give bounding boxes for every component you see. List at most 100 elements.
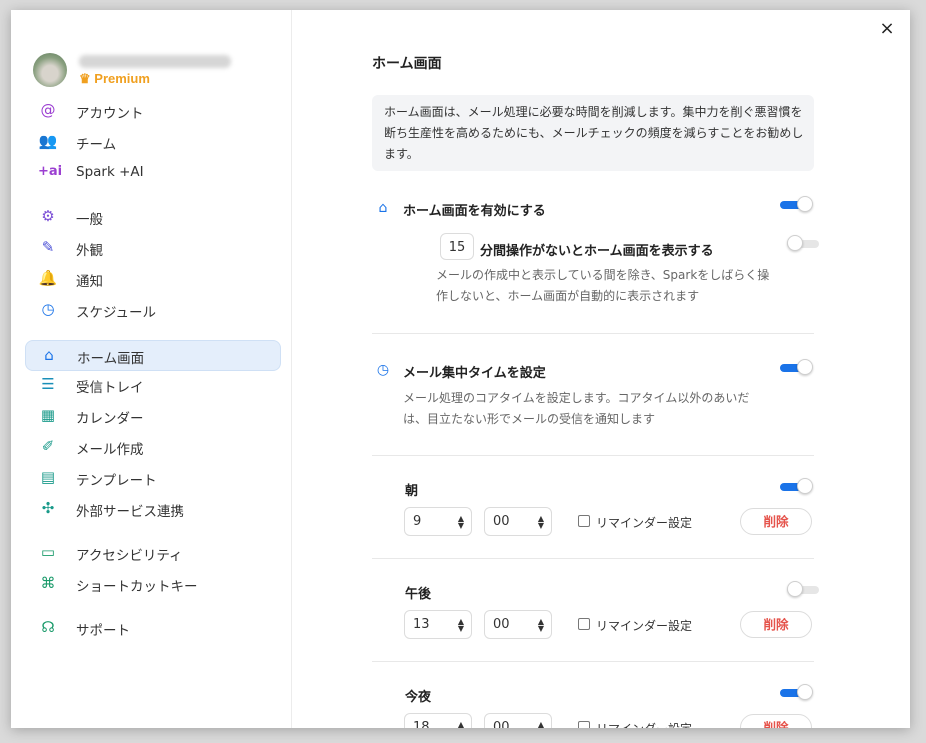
minute-value: 00 — [493, 514, 510, 529]
sidebar-item-label: テンプレート — [76, 473, 157, 489]
sidebar-item[interactable]: ☊ サポート — [25, 613, 279, 642]
divider — [372, 558, 814, 559]
sidebar-item[interactable]: ▦ カレンダー — [25, 401, 279, 430]
reminder-label: リマインダー設定 — [596, 516, 693, 530]
headset-icon: ☊ — [41, 618, 55, 636]
page-title: ホーム画面 — [372, 56, 442, 72]
gear-icon: ⚙ — [41, 207, 55, 225]
divider — [372, 661, 814, 662]
hour-value: 18 — [413, 720, 430, 728]
monitor-icon: ▭ — [40, 543, 56, 561]
idle-description: メールの作成中と表示している間を除き、Sparkをしばらく操作しないと、ホーム画… — [436, 268, 770, 303]
minute-value: 00 — [493, 720, 510, 728]
sidebar-item[interactable]: ▭ アクセシビリティ — [25, 538, 279, 567]
delete-button[interactable]: 削除 — [740, 714, 812, 728]
sidebar-item-label: 通知 — [76, 274, 103, 290]
slot-name: 今夜 — [405, 690, 432, 705]
sidebar-item[interactable]: ⌂ ホーム画面 — [25, 340, 281, 371]
idle-minutes-input[interactable]: 15 — [440, 233, 474, 260]
focus-description: メール処理のコアタイムを設定します。コアタイム以外のあいだは、目立たない形でメー… — [403, 391, 750, 426]
sidebar-item-label: 一般 — [76, 212, 103, 228]
team-icon: 👥 — [38, 132, 58, 150]
idle-toggle[interactable] — [787, 235, 821, 252]
home-icon: ⌂ — [44, 346, 54, 364]
email-redacted — [79, 55, 231, 68]
sidebar-item[interactable]: 👥 チーム — [25, 127, 279, 156]
home-icon: ⌂ — [378, 200, 388, 216]
puzzle-icon: ✣ — [41, 499, 55, 517]
minute-value: 00 — [493, 617, 510, 632]
focus-toggle[interactable] — [780, 359, 814, 376]
bell-icon: 🔔 — [38, 269, 58, 287]
sidebar-item-label: アクセシビリティ — [76, 548, 183, 564]
reminder-label: リマインダー設定 — [596, 720, 692, 728]
slot-name: 朝 — [405, 484, 419, 499]
sidebar-item-label: カレンダー — [76, 411, 144, 427]
minute-select[interactable]: 00 ▲▼ — [484, 713, 552, 728]
calendar-icon: ▦ — [40, 406, 56, 424]
command-icon: ⌘ — [40, 574, 56, 592]
sidebar-item[interactable]: ▤ テンプレート — [25, 463, 279, 492]
crown-icon: ♛ — [79, 71, 91, 86]
settings-sidebar: ♛ Premium @ アカウント 👥 チーム +ai Spark +AI ⚙ 一般 ✎ 外観 🔔 通… — [11, 10, 292, 728]
sidebar-item[interactable]: ✎ 外観 — [25, 233, 279, 262]
home-enable-toggle[interactable] — [780, 196, 814, 213]
updown-icon: ▲▼ — [457, 617, 464, 633]
slot-name: 午後 — [405, 587, 432, 602]
sidebar-item-label: サポート — [76, 623, 130, 639]
clock-icon: ◷ — [376, 362, 390, 378]
hour-value: 9 — [413, 514, 422, 529]
template-icon: ▤ — [40, 468, 56, 486]
updown-icon: ▲▼ — [537, 514, 544, 530]
slot-toggle[interactable] — [780, 684, 814, 701]
sidebar-item[interactable]: ◷ スケジュール — [25, 295, 279, 324]
inbox-icon: ☰ — [41, 375, 55, 393]
divider — [372, 455, 814, 456]
minute-select[interactable]: 00 ▲▼ — [484, 507, 552, 536]
delete-button[interactable]: 削除 — [740, 611, 812, 638]
sidebar-item[interactable]: ⌘ ショートカットキー — [25, 569, 279, 598]
sidebar-item-label: 外観 — [76, 243, 103, 259]
sidebar-item-label: 外部サービス連携 — [76, 504, 184, 520]
reminder-checkbox[interactable] — [578, 618, 590, 630]
hour-select[interactable]: 18 ▲▼ — [404, 713, 472, 728]
sidebar-item-label: チーム — [76, 137, 117, 153]
sidebar-item-label: スケジュール — [76, 305, 157, 321]
avatar — [33, 53, 67, 87]
sidebar-item[interactable]: 🔔 通知 — [25, 264, 279, 293]
clock-icon: ◷ — [41, 300, 55, 318]
updown-icon: ▲▼ — [537, 617, 544, 633]
pen-icon: ✐ — [41, 437, 55, 455]
sidebar-item[interactable]: ✣ 外部サービス連携 — [25, 494, 279, 523]
focus-label: メール集中タイムを設定 — [403, 366, 546, 381]
hour-value: 13 — [413, 617, 430, 632]
sidebar-item[interactable]: ⚙ 一般 — [25, 202, 279, 231]
reminder-checkbox[interactable] — [578, 515, 590, 527]
reminder-checkbox[interactable] — [578, 721, 590, 728]
sidebar-item-label: アカウント — [76, 106, 144, 122]
main-panel: ホーム画面 ホーム画面は、メール処理に必要な時間を削減します。集中力を削ぐ悪習慣… — [292, 10, 910, 728]
sidebar-item[interactable]: ✐ メール作成 — [25, 432, 279, 461]
updown-icon: ▲▼ — [457, 720, 464, 729]
settings-dialog: ♛ Premium @ アカウント 👥 チーム +ai Spark +AI ⚙ 一般 ✎ 外観 🔔 通… — [11, 10, 910, 728]
slot-toggle[interactable] — [780, 478, 814, 495]
delete-button[interactable]: 削除 — [740, 508, 812, 535]
home-enable-label: ホーム画面を有効にする — [403, 204, 546, 219]
reminder-label: リマインダー設定 — [596, 619, 693, 633]
sidebar-item[interactable]: +ai Spark +AI — [25, 158, 279, 187]
sidebar-item-label: ホーム画面 — [77, 351, 145, 367]
ai-icon: +ai — [38, 164, 63, 179]
sidebar-item-label: Spark +AI — [76, 164, 144, 180]
slot-toggle[interactable] — [787, 581, 821, 598]
hour-select[interactable]: 9 ▲ ▼ — [404, 507, 472, 536]
minute-select[interactable]: 00 ▲▼ — [484, 610, 552, 639]
sidebar-item[interactable]: ☰ 受信トレイ — [25, 370, 279, 399]
updown-icon: ▲▼ — [537, 720, 544, 729]
hour-select[interactable]: 13 ▲ ▼ — [404, 610, 472, 639]
divider — [372, 333, 814, 334]
idle-label: 分間操作がないとホーム画面を表示する — [480, 244, 714, 259]
sidebar-item-label: メール作成 — [76, 442, 144, 458]
brush-icon: ✎ — [41, 238, 55, 256]
info-box: ホーム画面は、メール処理に必要な時間を削減します。集中力を削ぐ悪習慣を断ち生産性… — [372, 95, 814, 171]
sidebar-item[interactable]: @ アカウント — [25, 96, 279, 125]
